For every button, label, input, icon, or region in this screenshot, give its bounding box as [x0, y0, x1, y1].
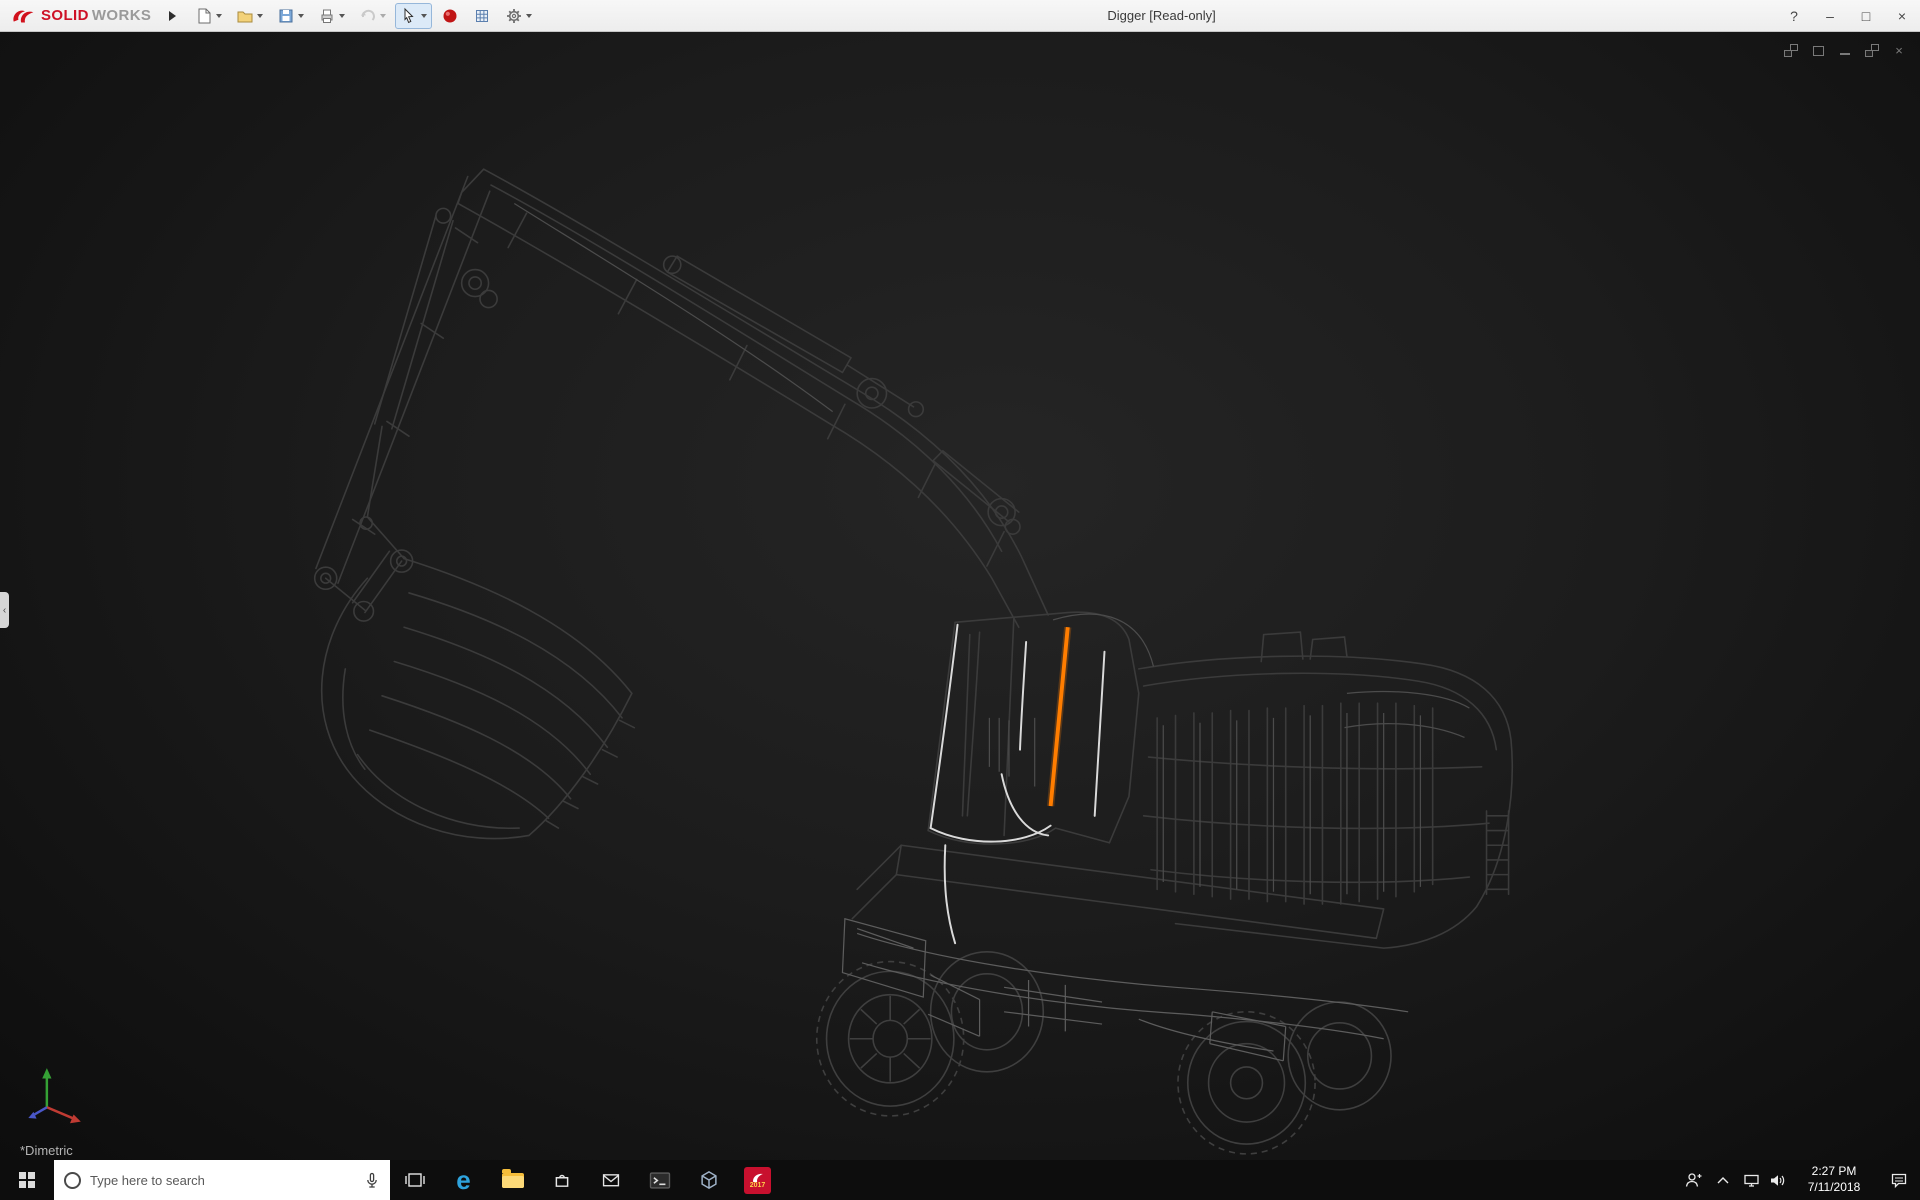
console-icon: [649, 1171, 671, 1190]
panel-collapse-tab[interactable]: ‹: [0, 592, 9, 628]
orientation-triad-icon: [16, 1062, 88, 1134]
undo-button[interactable]: [354, 3, 391, 29]
select-button[interactable]: [395, 3, 432, 29]
selected-edge[interactable]: [1051, 627, 1068, 806]
microphone-icon[interactable]: [364, 1172, 380, 1189]
window-controls: ? – □ ×: [1776, 0, 1920, 32]
appearance-sphere-icon: [441, 7, 459, 25]
minimize-button[interactable]: –: [1812, 0, 1848, 32]
evaluate-button[interactable]: [468, 3, 496, 29]
doc-minimize-icon[interactable]: [1838, 44, 1852, 57]
solidworks-app-button[interactable]: 2017: [733, 1160, 782, 1200]
new-document-button[interactable]: [190, 3, 227, 29]
file-explorer-folder-icon: [502, 1173, 524, 1188]
open-button[interactable]: [231, 3, 268, 29]
clock-date: 7/11/2018: [1808, 1180, 1861, 1196]
evaluate-grid-icon: [473, 7, 491, 25]
dropdown-caret-icon: [526, 14, 532, 18]
brand-works-text: WORKS: [92, 7, 152, 24]
store-bag-icon: [553, 1171, 571, 1189]
dropdown-caret-icon: [257, 14, 263, 18]
screen: SOLIDWORKS: [0, 0, 1920, 1200]
dropdown-caret-icon: [380, 14, 386, 18]
document-title: Digger [Read-only]: [1107, 8, 1215, 23]
task-view-button[interactable]: [390, 1160, 439, 1200]
tray-overflow-button[interactable]: [1708, 1160, 1738, 1200]
file-explorer-button[interactable]: [488, 1160, 537, 1200]
console-button[interactable]: [635, 1160, 684, 1200]
doc-restore-icon[interactable]: [1865, 44, 1879, 57]
taskbar-clock[interactable]: 2:27 PM 7/11/2018: [1790, 1160, 1878, 1200]
ds-mark-icon: [10, 6, 38, 26]
speaker-icon: [1769, 1173, 1786, 1188]
taskbar: e: [0, 1160, 1920, 1200]
wireframe-secondary: [514, 203, 1469, 894]
solidworks-logo: SOLIDWORKS: [0, 6, 159, 26]
network-button[interactable]: [1738, 1160, 1764, 1200]
store-button[interactable]: [537, 1160, 586, 1200]
3d-cube-icon: [699, 1170, 719, 1190]
dropdown-caret-icon: [298, 14, 304, 18]
main-toolbar: [190, 3, 537, 29]
maximize-button[interactable]: □: [1848, 0, 1884, 32]
network-icon: [1743, 1173, 1760, 1188]
wheels: [817, 952, 1391, 1154]
mail-envelope-icon: [601, 1172, 621, 1188]
print-button[interactable]: [313, 3, 350, 29]
doc-window-icon[interactable]: [1811, 44, 1825, 57]
mail-button[interactable]: [586, 1160, 635, 1200]
cortana-icon: [64, 1172, 81, 1189]
new-document-icon: [195, 7, 213, 25]
document-window-controls: ×: [1784, 44, 1906, 57]
brand-solid-text: SOLID: [41, 7, 89, 24]
start-button[interactable]: [0, 1160, 54, 1200]
doc-new-window-icon[interactable]: [1784, 44, 1798, 57]
action-center-button[interactable]: [1878, 1160, 1920, 1200]
clock-time: 2:27 PM: [1812, 1164, 1857, 1180]
close-button[interactable]: ×: [1884, 0, 1920, 32]
app-titlebar: SOLIDWORKS: [0, 0, 1920, 32]
chevron-up-icon: [1716, 1175, 1730, 1185]
action-center-icon: [1890, 1172, 1908, 1189]
task-view-icon: [404, 1171, 426, 1189]
dropdown-caret-icon: [421, 14, 427, 18]
undo-arrow-icon: [359, 7, 377, 25]
3d-viewer-button[interactable]: [684, 1160, 733, 1200]
excavator-wireframe-model[interactable]: [0, 32, 1920, 1160]
help-button[interactable]: ?: [1776, 0, 1812, 32]
windows-logo-icon: [19, 1172, 35, 1188]
person-icon: [1684, 1172, 1702, 1189]
search-input[interactable]: [90, 1173, 355, 1188]
doc-close-icon[interactable]: ×: [1892, 44, 1906, 57]
view-orientation-label: *Dimetric: [20, 1143, 73, 1158]
highlighted-edges: [931, 625, 1105, 943]
dropdown-caret-icon: [339, 14, 345, 18]
printer-icon: [318, 7, 336, 25]
select-cursor-icon: [400, 7, 418, 25]
edge-icon: e: [456, 1167, 470, 1193]
system-tray: 2:27 PM 7/11/2018: [1678, 1160, 1920, 1200]
solidworks-app-icon: 2017: [744, 1167, 771, 1194]
save-button[interactable]: [272, 3, 309, 29]
open-folder-icon: [236, 7, 254, 25]
save-floppy-icon: [277, 7, 295, 25]
options-button[interactable]: [500, 3, 537, 29]
dropdown-caret-icon: [216, 14, 222, 18]
people-button[interactable]: [1678, 1160, 1708, 1200]
volume-button[interactable]: [1764, 1160, 1790, 1200]
taskbar-search[interactable]: [54, 1160, 390, 1200]
solidworks-year-label: 2017: [750, 1182, 766, 1189]
wireframe-main: [315, 169, 1513, 948]
toolbar-expand-arrow[interactable]: [169, 11, 176, 21]
options-gear-icon: [505, 7, 523, 25]
appearances-button[interactable]: [436, 3, 464, 29]
edge-button[interactable]: e: [439, 1160, 488, 1200]
3d-viewport[interactable]: × ‹ *Dimetric: [0, 32, 1920, 1160]
